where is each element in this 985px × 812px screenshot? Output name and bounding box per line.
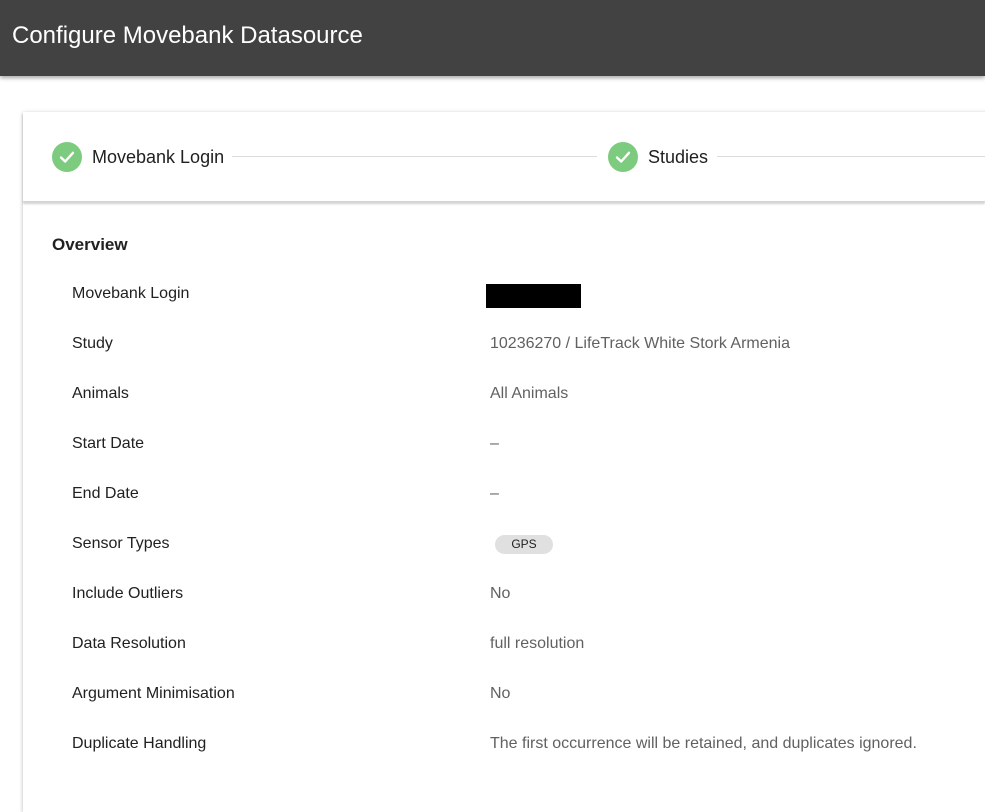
app-header: Configure Movebank Datasource [0,0,985,76]
sensor-type-chip: GPS [495,535,553,554]
row-label-include-outliers: Include Outliers [72,585,184,602]
row-value-start-date: – [490,435,499,452]
row-value-study: 10236270 / LifeTrack White Stork Armenia [490,335,790,352]
configuration-card: Movebank Login Studies Overview Movebank… [23,112,985,812]
check-icon [52,142,82,172]
redacted-login-value [486,284,581,308]
step-movebank-login[interactable]: Movebank Login [52,141,224,173]
row-label-sensor-types: Sensor Types [72,535,170,552]
row-label-end-date: End Date [72,485,139,502]
row-label-animals: Animals [72,385,129,402]
stepper: Movebank Login Studies [23,112,985,202]
row-label-start-date: Start Date [72,435,145,452]
row-value-end-date: – [490,485,499,502]
step-label: Studies [648,146,709,167]
row-label-movebank-login: Movebank Login [72,285,190,302]
row-value-animals: All Animals [490,385,569,402]
row-label-argument-minimisation: Argument Minimisation [72,685,235,702]
row-value-duplicate-handling: The first occurrence will be retained, a… [490,735,917,752]
step-connector [717,156,985,157]
check-icon [608,142,638,172]
row-label-duplicate-handling: Duplicate Handling [72,735,207,752]
step-label: Movebank Login [92,146,225,167]
step-studies[interactable]: Studies [608,141,708,173]
row-value-argument-minimisation: No [490,685,511,702]
row-label-study: Study [72,335,113,352]
row-value-data-resolution: full resolution [490,635,585,652]
row-value-include-outliers: No [490,585,511,602]
step-connector [232,156,597,157]
overview-title: Overview [52,235,128,254]
row-label-data-resolution: Data Resolution [72,635,186,652]
app-title: Configure Movebank Datasource [12,22,363,49]
